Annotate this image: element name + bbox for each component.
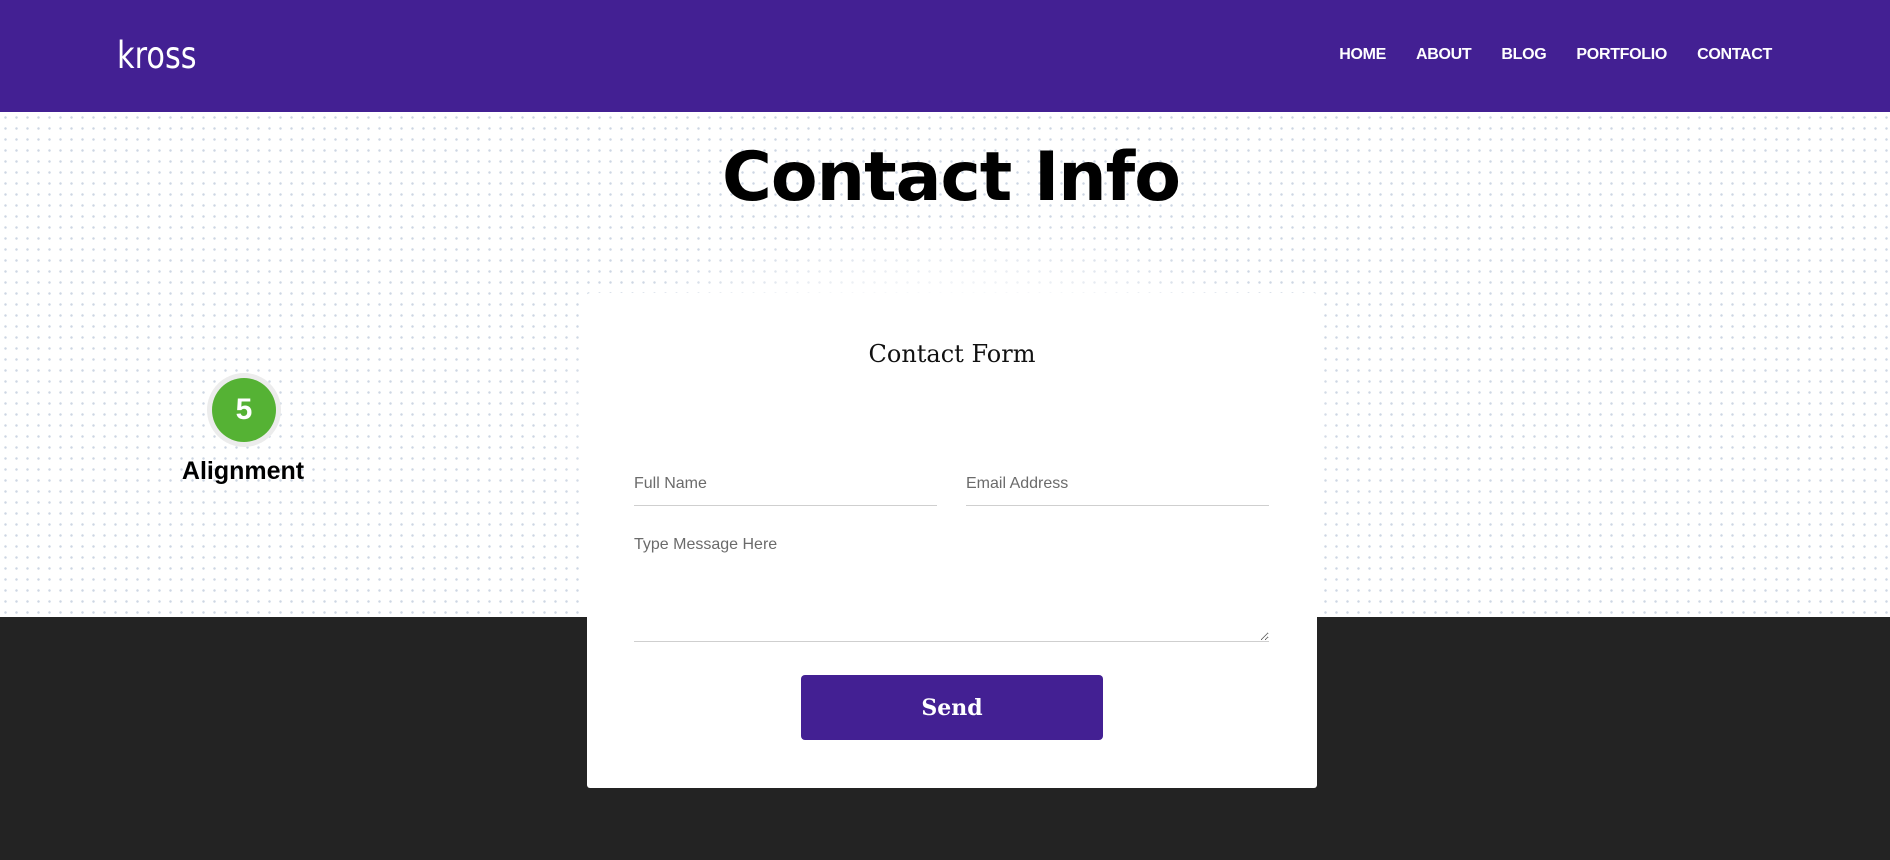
- main-nav: HOME ABOUT BLOG PORTFOLIO CONTACT: [1309, 46, 1772, 64]
- site-logo[interactable]: kross: [117, 34, 197, 77]
- nav-contact-link[interactable]: CONTACT: [1697, 46, 1772, 64]
- page-title: Contact Info: [722, 138, 1181, 217]
- full-name-input[interactable]: [634, 463, 937, 506]
- step-number: 5: [212, 378, 276, 442]
- nav-blog-link[interactable]: BLOG: [1501, 46, 1546, 64]
- email-input[interactable]: [966, 463, 1269, 506]
- step-badge: 5: [207, 373, 281, 447]
- send-button[interactable]: Send: [801, 675, 1103, 740]
- nav-about-link[interactable]: ABOUT: [1416, 46, 1472, 64]
- nav-home-link[interactable]: HOME: [1339, 46, 1386, 64]
- site-header: kross HOME ABOUT BLOG PORTFOLIO CONTACT: [0, 0, 1890, 112]
- contact-form-card: Contact Form Send: [587, 293, 1317, 788]
- nav-portfolio-link[interactable]: PORTFOLIO: [1576, 46, 1667, 64]
- step-label: Alignment: [181, 457, 305, 485]
- message-textarea[interactable]: [634, 536, 1269, 642]
- form-title: Contact Form: [868, 340, 1036, 368]
